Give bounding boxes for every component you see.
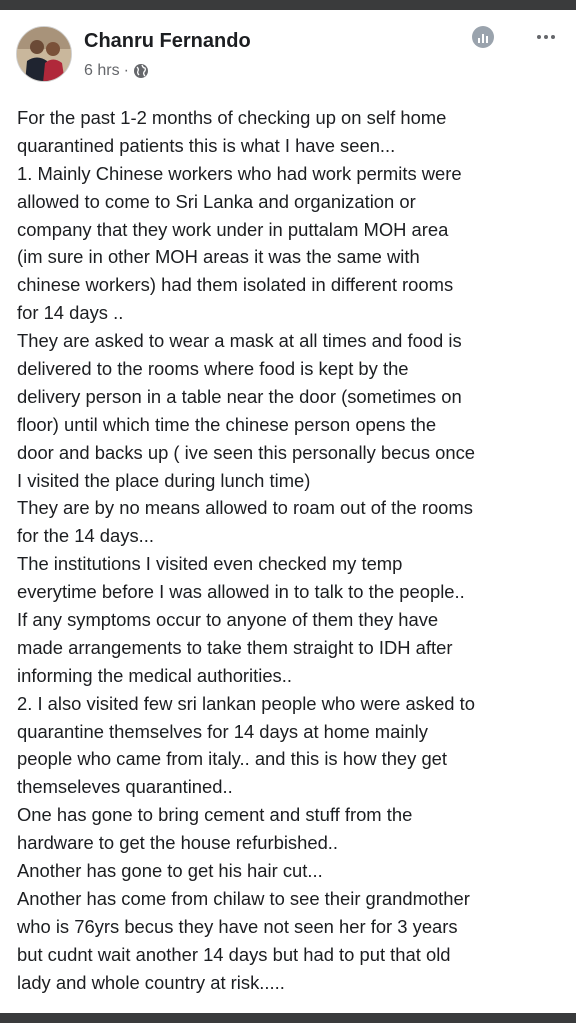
post-text-line: everytime before I was allowed in to tal… (17, 581, 465, 603)
post-text-line: door and backs up ( ive seen this person… (17, 441, 475, 463)
post-text-line: Another has gone to get his hair cut... (17, 860, 323, 882)
post-text-line: themseleves quarantined.. (17, 776, 233, 798)
meta-separator: · (123, 62, 129, 79)
post-text-line: (im sure in other MOH areas it was the s… (17, 246, 420, 268)
post-text-line: but cudnt wait another 14 days but had t… (17, 943, 451, 965)
post-header: Chanru Fernando 6 hrs · (16, 26, 560, 86)
insights-icon[interactable] (472, 26, 494, 48)
post-text-line: chinese workers) had them isolated in di… (17, 274, 454, 296)
post-text-line: informing the medical authorities.. (17, 664, 292, 686)
post-text-line: company that they work under in puttalam… (17, 218, 449, 240)
post-text-line: for 14 days .. (17, 302, 124, 324)
post-text-line: They are by no means allowed to roam out… (17, 497, 473, 519)
post-text-line: allowed to come to Sri Lanka and organiz… (17, 190, 416, 212)
post-text-line: for the 14 days... (17, 525, 154, 547)
post-text-line: floor) until which time the chinese pers… (17, 413, 437, 435)
post-text-line: For the past 1-2 months of checking up o… (17, 107, 447, 128)
avatar[interactable] (16, 26, 72, 82)
post-meta: 6 hrs · (84, 60, 149, 82)
post-text-line: delivered to the rooms where food is kep… (17, 358, 409, 380)
more-icon[interactable] (532, 26, 560, 48)
post-text-line: I visited the place during lunch time) (17, 469, 311, 491)
post-body: For the past 1-2 months of checking up o… (17, 104, 569, 997)
post-text-line: Another has come from chilaw to see thei… (17, 887, 470, 909)
bottom-bar (0, 1013, 576, 1023)
post-text-line: They are asked to wear a mask at all tim… (17, 330, 462, 352)
post-text-line: lady and whole country at risk..... (17, 971, 285, 993)
post-text-line: 2. I also visited few sri lankan people … (17, 692, 475, 714)
post-text-line: The institutions I visited even checked … (17, 553, 403, 575)
post-text-line: quarantined patients this is what I have… (17, 134, 396, 156)
post-text-line: If any symptoms occur to anyone of them … (17, 609, 439, 631)
post-text-line: hardware to get the house refurbished.. (17, 832, 339, 854)
top-bar (0, 0, 576, 10)
post-text-line: delivery person in a table near the door… (17, 385, 462, 407)
post-text-line: made arrangements to take them straight … (17, 636, 453, 658)
author-name[interactable]: Chanru Fernando (84, 30, 251, 53)
post-text-line: 1. Mainly Chinese workers who had work p… (17, 162, 462, 184)
post-text-line: One has gone to bring cement and stuff f… (17, 804, 413, 826)
post-text-line: people who came from italy.. and this is… (17, 748, 448, 770)
post-time[interactable]: 6 hrs (84, 62, 120, 80)
post-text-line: quarantine themselves for 14 days at hom… (17, 720, 428, 742)
globe-icon (133, 63, 149, 79)
post-text-line: who is 76yrs becus they have not seen he… (17, 915, 458, 937)
